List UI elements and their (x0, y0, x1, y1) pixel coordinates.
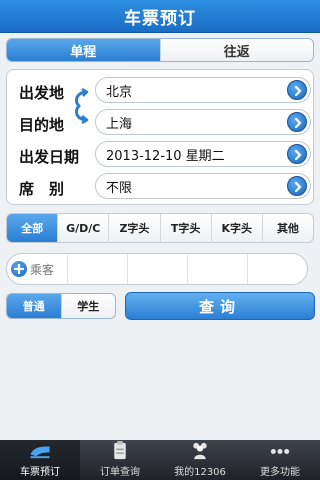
filter-gdc[interactable]: G/D/C (57, 214, 108, 242)
tab-book-tickets[interactable]: 车票预订 (0, 440, 80, 480)
ticket-type-student[interactable]: 学生 (60, 294, 115, 318)
seat-value: 不限 (106, 180, 133, 196)
tab-one-way[interactable]: 单程 (7, 39, 160, 61)
to-station-field[interactable]: 上海 (95, 109, 311, 135)
date-label: 出发日期 (19, 148, 80, 166)
booking-form: 出发地 目的地 出发日期 席 别 北京 上海 2013-12-10 星期二 不限 (6, 69, 314, 205)
users-icon (193, 442, 207, 460)
tab-my-12306[interactable]: 我的12306 (160, 440, 240, 480)
page-title: 车票预订 (124, 8, 196, 29)
passenger-row: 乘客 (6, 253, 308, 285)
add-passenger-button[interactable]: 乘客 (7, 254, 67, 284)
add-passenger-label: 乘客 (30, 262, 55, 277)
to-station-value: 上海 (106, 116, 133, 132)
date-value: 2013-12-10 星期二 (106, 148, 225, 164)
passenger-slot[interactable] (187, 254, 247, 284)
passenger-slot[interactable] (127, 254, 187, 284)
filter-other[interactable]: 其他 (261, 214, 313, 242)
clipboard-icon (114, 440, 126, 460)
swap-stations-icon[interactable] (71, 87, 91, 125)
trip-type-switch: 单程 往返 (6, 38, 314, 62)
tab-label: 订单查询 (100, 467, 140, 478)
train-icon (30, 446, 50, 459)
seat-field[interactable]: 不限 (95, 173, 311, 199)
passenger-slot[interactable] (247, 254, 307, 284)
tab-more[interactable]: 更多功能 (240, 440, 320, 480)
tab-label: 我的12306 (174, 467, 226, 478)
chevron-right-icon[interactable] (287, 176, 307, 196)
chevron-right-icon[interactable] (287, 144, 307, 164)
bottom-tab-bar: 车票预订 订单查询 我的12306 更多功能 (0, 440, 320, 480)
ticket-type-adult[interactable]: 普通 (7, 294, 61, 318)
train-type-filter: 全部 G/D/C Z字头 T字头 K字头 其他 (6, 213, 314, 243)
tab-round-trip[interactable]: 往返 (159, 39, 313, 61)
seat-label: 席 别 (19, 180, 65, 198)
search-button[interactable]: 查询 (125, 292, 315, 320)
tab-label: 车票预订 (20, 467, 60, 478)
from-label: 出发地 (19, 84, 65, 102)
date-field[interactable]: 2013-12-10 星期二 (95, 141, 311, 167)
app-header: 车票预订 (0, 0, 320, 33)
from-station-field[interactable]: 北京 (95, 77, 311, 103)
filter-t[interactable]: T字头 (159, 214, 211, 242)
from-station-value: 北京 (106, 84, 133, 100)
tab-order-query[interactable]: 订单查询 (80, 440, 160, 480)
tab-label: 更多功能 (260, 467, 300, 478)
filter-all[interactable]: 全部 (7, 214, 58, 242)
passenger-slot[interactable] (67, 254, 127, 284)
more-icon (270, 448, 290, 454)
ticket-type-switch: 普通 学生 (6, 293, 116, 319)
chevron-right-icon[interactable] (287, 112, 307, 132)
filter-k[interactable]: K字头 (210, 214, 262, 242)
plus-icon (11, 261, 27, 277)
chevron-right-icon[interactable] (287, 80, 307, 100)
filter-z[interactable]: Z字头 (108, 214, 159, 242)
to-label: 目的地 (19, 116, 65, 134)
